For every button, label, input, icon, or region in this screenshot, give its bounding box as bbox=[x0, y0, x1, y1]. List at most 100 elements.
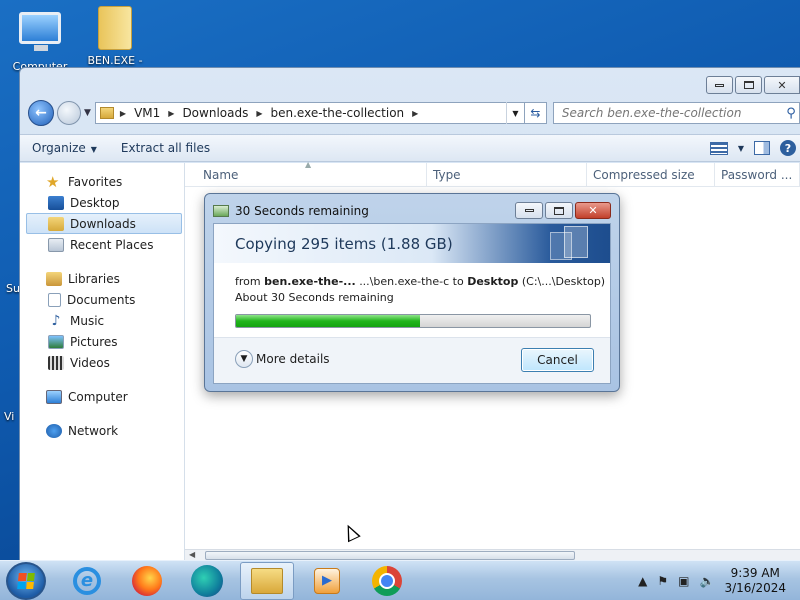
breadcrumb-vm1[interactable]: VM1 bbox=[134, 106, 160, 120]
forward-button[interactable] bbox=[57, 101, 81, 125]
dialog-body: Copying 295 items (1.88 GB) from ben.exe… bbox=[213, 223, 611, 384]
back-arrow-icon: ← bbox=[35, 105, 47, 121]
nav-favorites[interactable]: ★ Favorites bbox=[20, 171, 184, 192]
recent-pages-dropdown[interactable]: ▼ bbox=[84, 108, 91, 118]
nav-label: Desktop bbox=[70, 195, 120, 210]
internet-explorer-icon: e bbox=[73, 566, 101, 595]
nav-network[interactable]: Network bbox=[20, 420, 184, 441]
nav-label: Pictures bbox=[70, 334, 118, 349]
back-button[interactable]: ← bbox=[28, 100, 54, 126]
taskbar-chrome[interactable] bbox=[360, 562, 414, 600]
videos-icon bbox=[48, 355, 64, 370]
desktop-edge-label: Su bbox=[6, 282, 20, 295]
extract-all-label: Extract all files bbox=[120, 141, 211, 155]
navigation-pane: ★ Favorites Desktop Downloads Recent Pla… bbox=[20, 163, 185, 561]
change-view-icon[interactable] bbox=[709, 141, 728, 155]
address-dropdown-button[interactable]: ▼ bbox=[505, 102, 524, 124]
chevron-right-icon[interactable]: ▶ bbox=[412, 109, 418, 118]
chevron-right-icon[interactable]: ▶ bbox=[168, 109, 174, 118]
chevron-right-icon[interactable]: ▶ bbox=[256, 109, 262, 118]
source-name[interactable]: ben.exe-the-... bbox=[264, 275, 356, 288]
search-box[interactable]: ⚲ bbox=[552, 102, 800, 124]
chevron-right-icon[interactable]: ▶ bbox=[120, 109, 126, 118]
desktop-icon bbox=[48, 195, 64, 210]
dialog-maximize-button[interactable] bbox=[545, 202, 573, 219]
search-input[interactable] bbox=[561, 106, 783, 120]
refresh-icon: ⇆ bbox=[530, 106, 541, 120]
music-icon: ♪ bbox=[51, 312, 61, 329]
desktop-edge-label: Vi bbox=[4, 410, 15, 423]
volume-muted-icon[interactable]: 🔈 bbox=[700, 574, 715, 588]
source-path: ...\ben.exe-the-c bbox=[359, 275, 450, 288]
nav-label: Documents bbox=[67, 292, 136, 307]
nav-label: Favorites bbox=[68, 174, 123, 189]
scrollbar-thumb[interactable] bbox=[205, 551, 575, 560]
dialog-window-controls: ✕ bbox=[515, 202, 611, 219]
breadcrumb-downloads[interactable]: Downloads bbox=[182, 106, 248, 120]
dialog-banner: Copying 295 items (1.88 GB) bbox=[214, 224, 610, 263]
desktop-icon-computer[interactable]: Computer bbox=[5, 8, 75, 73]
star-icon: ★ bbox=[46, 172, 60, 191]
sort-arrow-icon: ▲ bbox=[305, 160, 312, 169]
recent-places-icon bbox=[48, 237, 64, 252]
organize-button[interactable]: Organize ▼ bbox=[20, 141, 109, 155]
column-header-password[interactable]: Password ... bbox=[715, 163, 800, 186]
refresh-button[interactable]: ⇆ bbox=[524, 102, 547, 124]
maximize-icon bbox=[554, 206, 564, 215]
cancel-button[interactable]: Cancel bbox=[521, 348, 594, 372]
nav-music[interactable]: ♪ Music bbox=[20, 310, 184, 331]
nav-label: Music bbox=[70, 313, 105, 328]
show-hidden-icons-icon[interactable]: ▲ bbox=[638, 574, 647, 588]
close-button[interactable]: ✕ bbox=[764, 76, 800, 94]
minimize-button[interactable] bbox=[706, 76, 733, 94]
nav-label: Downloads bbox=[70, 216, 136, 231]
extract-all-button[interactable]: Extract all files bbox=[109, 141, 222, 155]
breadcrumb-collection[interactable]: ben.exe-the-collection bbox=[271, 106, 405, 120]
nav-computer[interactable]: Computer bbox=[20, 386, 184, 407]
window-controls: ✕ bbox=[706, 76, 800, 94]
dialog-close-button[interactable]: ✕ bbox=[575, 202, 611, 219]
clock[interactable]: 9:39 AM 3/16/2024 bbox=[724, 566, 786, 596]
address-bar[interactable]: ▶ VM1 ▶ Downloads ▶ ben.exe-the-collecti… bbox=[94, 102, 525, 124]
computer-icon bbox=[18, 12, 62, 56]
preview-pane-icon[interactable] bbox=[754, 141, 770, 155]
action-center-flag-icon[interactable]: ⚑ bbox=[657, 574, 668, 588]
nav-videos[interactable]: Videos bbox=[20, 352, 184, 373]
libraries-icon bbox=[46, 271, 62, 286]
help-icon[interactable]: ? bbox=[780, 140, 796, 156]
nav-desktop[interactable]: Desktop bbox=[20, 192, 184, 213]
nav-recent-places[interactable]: Recent Places bbox=[20, 234, 184, 255]
nav-documents[interactable]: Documents bbox=[20, 289, 184, 310]
taskbar-edge[interactable] bbox=[180, 562, 234, 600]
network-status-icon[interactable]: ▣ bbox=[678, 574, 689, 588]
from-label: from bbox=[235, 275, 261, 288]
taskbar-internet-explorer[interactable]: e bbox=[60, 562, 114, 600]
minimize-icon bbox=[524, 209, 534, 212]
close-icon: ✕ bbox=[588, 204, 598, 217]
column-header-name[interactable]: ▲ Name bbox=[185, 160, 427, 186]
pictures-icon bbox=[48, 334, 64, 349]
taskbar-media-player[interactable]: ▶ bbox=[300, 562, 354, 600]
progress-bar bbox=[235, 314, 591, 328]
column-header-type[interactable]: Type bbox=[427, 163, 587, 186]
start-button[interactable] bbox=[6, 561, 46, 600]
nav-downloads[interactable]: Downloads bbox=[26, 213, 182, 234]
search-icon[interactable]: ⚲ bbox=[783, 106, 799, 121]
taskbar-firefox[interactable] bbox=[120, 562, 174, 600]
dialog-minimize-button[interactable] bbox=[515, 202, 543, 219]
scroll-left-icon[interactable]: ◀ bbox=[189, 550, 195, 559]
documents-graphic bbox=[564, 226, 588, 258]
nav-pictures[interactable]: Pictures bbox=[20, 331, 184, 352]
taskbar-file-explorer[interactable] bbox=[240, 561, 294, 600]
downloads-icon bbox=[48, 216, 64, 231]
chevron-down-icon: ▼ bbox=[235, 350, 253, 368]
maximize-button[interactable] bbox=[735, 76, 762, 94]
column-header-compressed-size[interactable]: Compressed size bbox=[587, 163, 715, 186]
destination-name[interactable]: Desktop bbox=[467, 275, 518, 288]
chevron-down-icon[interactable]: ▼ bbox=[738, 144, 744, 153]
more-details-toggle[interactable]: ▼ More details bbox=[235, 350, 330, 368]
maximize-icon bbox=[743, 81, 754, 89]
dialog-footer: ▼ More details Cancel bbox=[214, 337, 610, 383]
nav-libraries[interactable]: Libraries bbox=[20, 268, 184, 289]
documents-icon bbox=[48, 292, 61, 307]
